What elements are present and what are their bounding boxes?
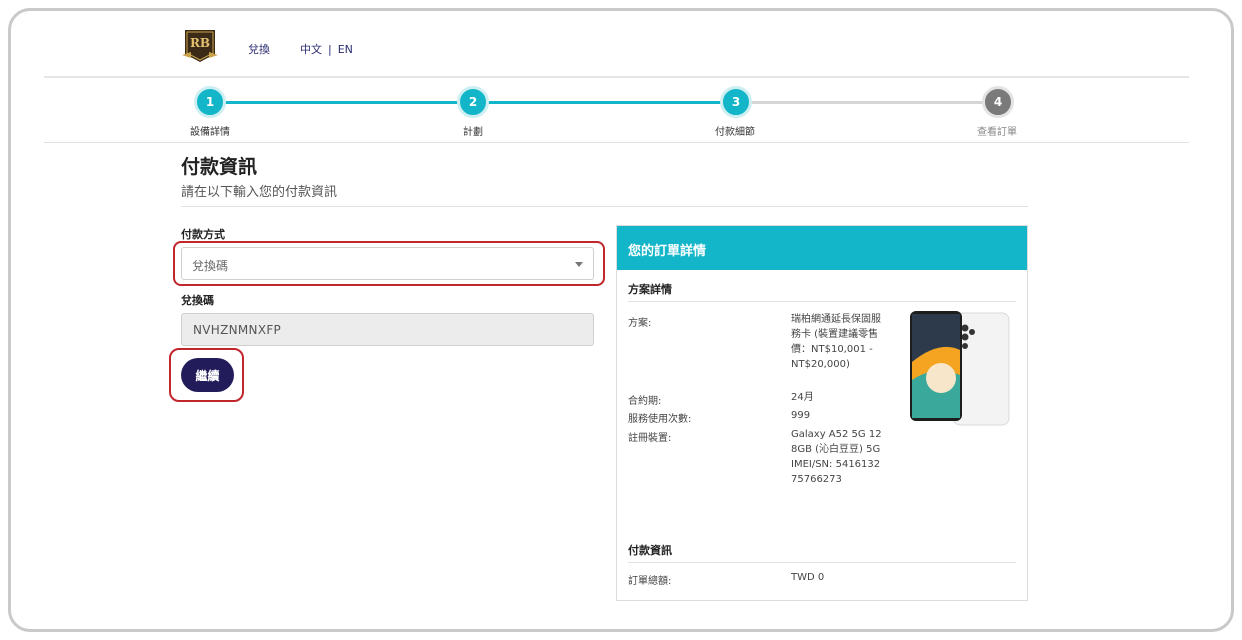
payment-method-select[interactable]: 兌換碼 <box>181 247 594 280</box>
order-summary-card: 您的訂單詳情 方案詳情 方案: 瑞柏網通延長保固服務卡 (裝置建議零售價：NT$… <box>616 225 1028 601</box>
continue-button[interactable]: 繼續 <box>181 358 234 392</box>
plan-label: 方案: <box>628 318 652 329</box>
contract-value: 24月 <box>791 392 814 403</box>
language-switcher: 中文 | EN <box>300 41 353 57</box>
payment-method-value: 兌換碼 <box>192 259 229 273</box>
step-2-circle: 2 <box>457 86 489 118</box>
step-2-label: 計劃 <box>463 127 483 138</box>
title-divider <box>181 206 1028 207</box>
payment-section-divider <box>628 562 1016 563</box>
lang-separator: | <box>328 43 332 56</box>
order-total-label: 訂單總額: <box>628 576 672 587</box>
order-card-header: 您的訂單詳情 <box>617 226 1027 270</box>
chevron-down-icon <box>575 262 583 267</box>
step-4-circle: 4 <box>982 86 1014 118</box>
redeem-code-value: NVHZNMNXFP <box>193 323 282 337</box>
lang-zh-link[interactable]: 中文 <box>300 43 322 56</box>
device-value: Galaxy A52 5G 128GB (沁白豆豆) 5G IMEI/SN: 5… <box>791 429 882 485</box>
stepper-remaining-line <box>736 101 998 104</box>
step-3-circle: 3 <box>720 86 752 118</box>
page-subtitle: 請在以下輸入您的付款資訊 <box>181 185 338 200</box>
step-1-circle: 1 <box>194 86 226 118</box>
page-title: 付款資訊 <box>181 156 258 178</box>
redeem-code-input[interactable]: NVHZNMNXFP <box>181 313 594 346</box>
usage-count-label: 服務使用次數: <box>628 414 692 425</box>
contract-label: 合約期: <box>628 396 662 407</box>
nav-redeem-link[interactable]: 兌換 <box>248 41 270 57</box>
code-label: 兌換碼 <box>181 294 214 307</box>
payment-info-title: 付款資訊 <box>628 544 672 557</box>
plan-section-divider <box>628 301 1016 302</box>
order-total-value: TWD 0 <box>791 572 825 583</box>
stepper-divider <box>44 142 1189 143</box>
step-4-label: 查看訂單 <box>977 127 1017 138</box>
usage-count-value: 999 <box>791 410 811 421</box>
logo-text: RB <box>190 36 210 50</box>
step-3-label: 付款細節 <box>715 127 755 138</box>
plan-value: 瑞柏網通延長保固服務卡 (裝置建議零售價：NT$10,001 - NT$20,0… <box>791 314 881 370</box>
logo[interactable]: RB <box>182 28 218 64</box>
step-1-label: 設備詳情 <box>190 127 230 138</box>
payment-method-label: 付款方式 <box>181 228 225 241</box>
device-label: 註冊裝置: <box>628 433 672 444</box>
plan-details-title: 方案詳情 <box>628 283 672 296</box>
phone-image <box>910 311 1010 426</box>
header-divider <box>44 76 1189 78</box>
lang-en-link[interactable]: EN <box>338 43 353 56</box>
